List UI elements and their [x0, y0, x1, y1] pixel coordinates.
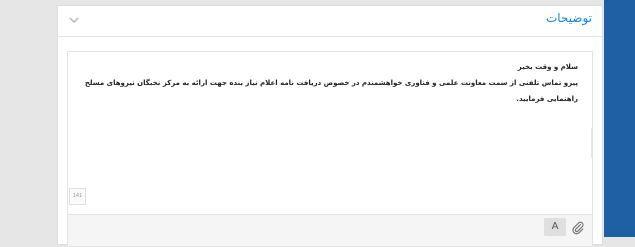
side-panel-strip: [604, 0, 635, 237]
greeting-line: سلام و وقت بخیر: [517, 63, 578, 71]
body-line: پیرو تماس تلفنی از سمت معاونت علمی و فنا…: [84, 79, 578, 103]
text-format-button[interactable]: A: [544, 218, 566, 236]
panel-header[interactable]: توضیحات: [58, 6, 602, 37]
panel-title: توضیحات: [545, 11, 592, 25]
editor-text-area[interactable]: سلام و وقت بخیر پیرو تماس تلفنی از سمت م…: [68, 52, 592, 217]
editor-scroll-track: [591, 128, 592, 158]
description-panel: توضیحات سلام و وقت بخیر پیرو تماس تلفنی …: [57, 5, 603, 247]
character-counter: 141: [69, 188, 86, 205]
chevron-down-icon[interactable]: [68, 14, 80, 26]
description-editor[interactable]: سلام و وقت بخیر پیرو تماس تلفنی از سمت م…: [67, 51, 593, 247]
editor-toolbar: A: [68, 214, 592, 246]
paperclip-icon[interactable]: [571, 220, 585, 236]
